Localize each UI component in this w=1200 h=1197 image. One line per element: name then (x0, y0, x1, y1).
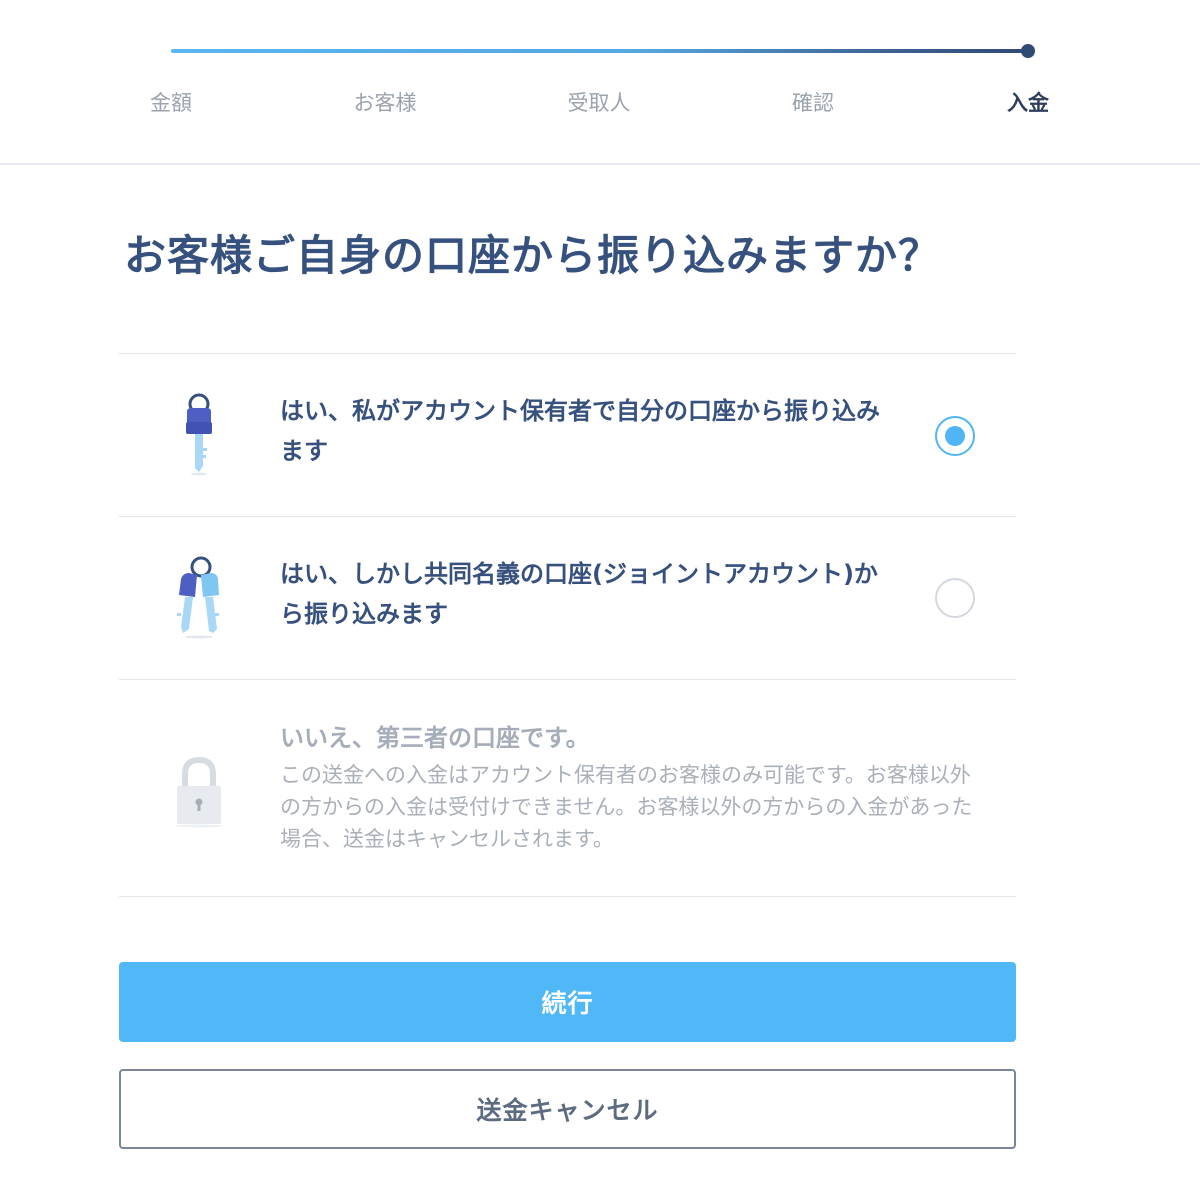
single-key-icon (186, 393, 212, 476)
option-label: はい、しかし共同名義の口座(ジョイントアカウント)から振り込みます (280, 560, 878, 628)
continue-button[interactable]: 続行 (119, 962, 1016, 1042)
payment-source-options: はい、私がアカウント保有者で自分の口座から振り込みます はい、しかし共同名義の口… (119, 353, 1016, 897)
step-amount[interactable]: 金額 (150, 89, 192, 117)
radio-joint-account[interactable] (935, 578, 975, 618)
step-payment: 入金 (1007, 91, 1049, 115)
radio-own-account[interactable] (935, 416, 975, 456)
option-text: いいえ、第三者の口座です。 この送金への入金はアカウント保有者のお客様のみ可能で… (280, 721, 972, 855)
option-text: はい、私がアカウント保有者で自分の口座から振り込みます (280, 391, 900, 471)
option-label: はい、私がアカウント保有者で自分の口座から振り込みます (280, 397, 880, 465)
page-title: お客様ご自身の口座から振り込みますか？ (124, 231, 942, 280)
two-keys-icon (177, 556, 219, 639)
option-third-party-account: いいえ、第三者の口座です。 この送金への入金はアカウント保有者のお客様のみ可能で… (119, 680, 1016, 896)
step-recipient[interactable]: 受取人 (568, 89, 631, 117)
progress-header: 金額 お客様 受取人 確認 入金 (0, 0, 1200, 165)
padlock-icon (175, 756, 223, 828)
progress-track (171, 49, 1028, 53)
divider (119, 896, 1016, 897)
option-joint-account[interactable]: はい、しかし共同名義の口座(ジョイントアカウント)から振り込みます (119, 517, 1016, 679)
radio-selected-indicator (945, 426, 965, 446)
progress-current-dot (1021, 44, 1035, 58)
option-description: この送金への入金はアカウント保有者のお客様のみ可能です。お客様以外の方からの入金… (280, 763, 973, 851)
step-confirm[interactable]: 確認 (792, 89, 834, 117)
cancel-transfer-button[interactable]: 送金キャンセル (119, 1069, 1016, 1149)
option-text: はい、しかし共同名義の口座(ジョイントアカウント)から振り込みます (280, 554, 900, 634)
option-own-account[interactable]: はい、私がアカウント保有者で自分の口座から振り込みます (119, 354, 1016, 516)
step-customer[interactable]: お客様 (354, 89, 417, 117)
option-label: いいえ、第三者の口座です。 (280, 724, 590, 752)
